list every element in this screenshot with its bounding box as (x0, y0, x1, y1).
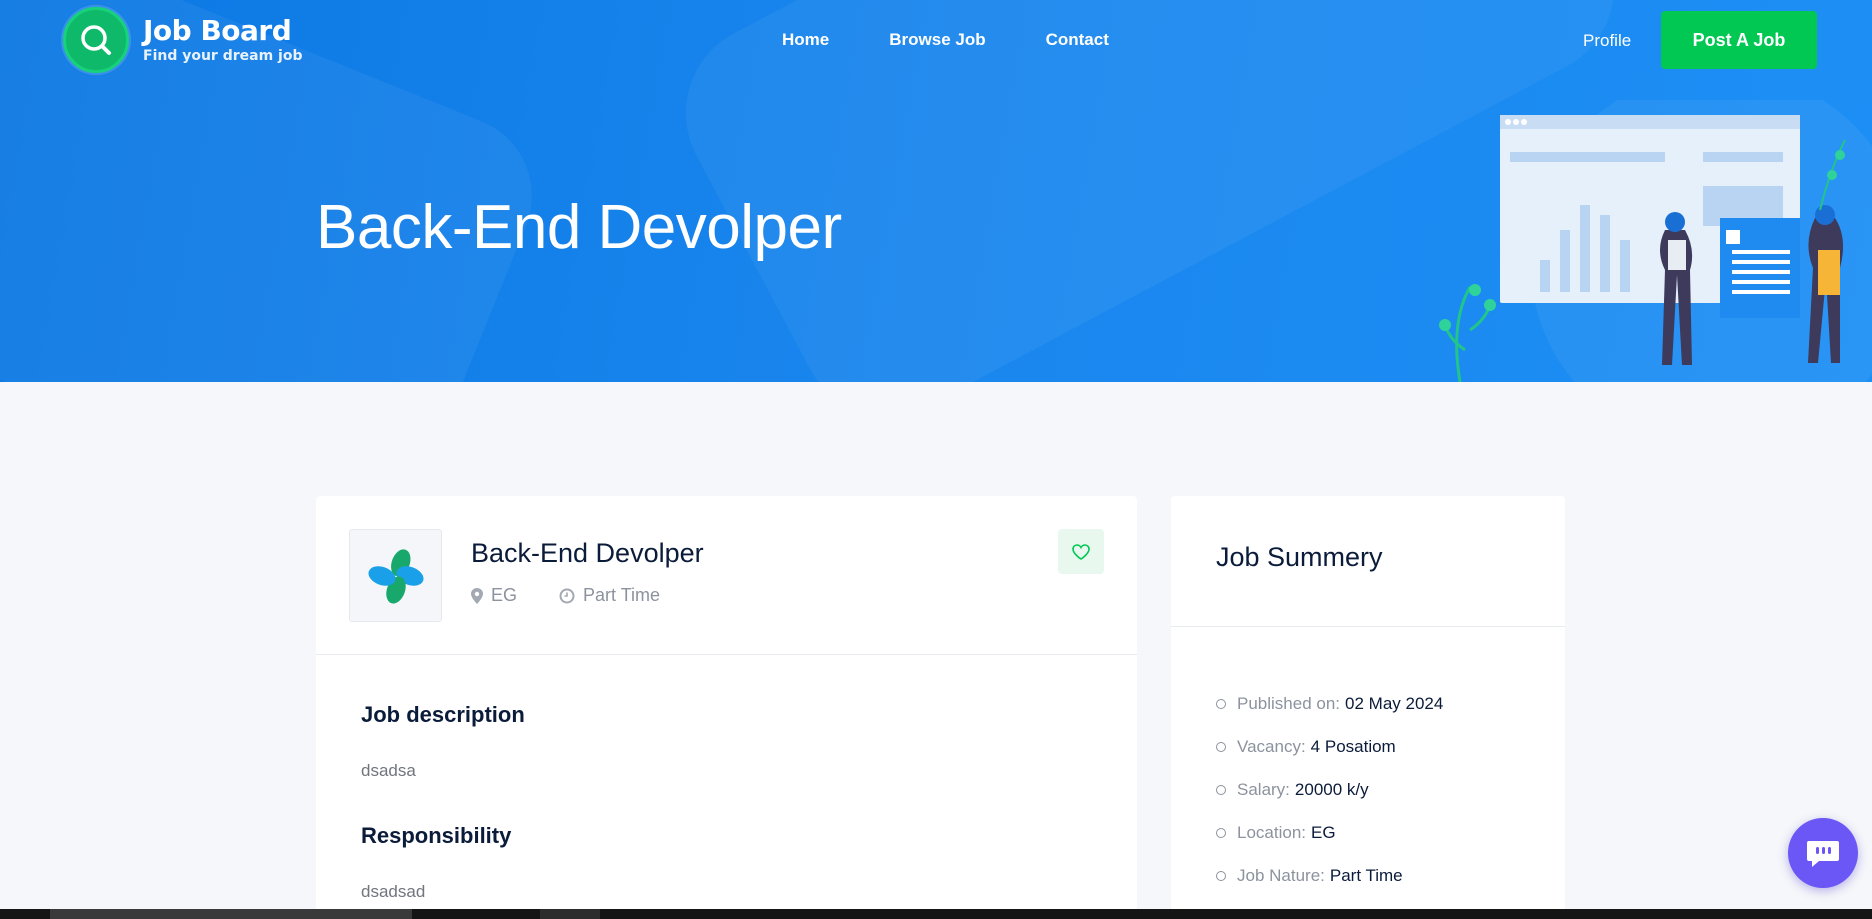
clock-icon (559, 588, 575, 603)
bullet-icon (1216, 698, 1226, 709)
job-location-text: EG (491, 585, 518, 605)
job-meta: EG Part Time (471, 585, 660, 606)
logo-title: Job Board (143, 14, 292, 47)
taskbar-item[interactable] (50, 909, 412, 919)
nav-contact[interactable]: Contact (1046, 30, 1109, 50)
map-pin-icon (471, 587, 483, 604)
favorite-button[interactable] (1058, 529, 1104, 574)
job-type-text: Part Time (583, 585, 661, 605)
job-type: Part Time (559, 585, 660, 606)
responsibility-heading: Responsibility (361, 823, 512, 848)
logo[interactable]: Job Board Find your dream job (63, 7, 302, 73)
summary-vacancy: Vacancy: 4 Posatiom (1216, 725, 1443, 768)
nav-browse-job[interactable]: Browse Job (889, 30, 985, 50)
post-job-button[interactable]: Post A Job (1661, 11, 1817, 69)
heart-icon (1072, 543, 1090, 560)
page-title: Back-End Devolper (316, 193, 842, 262)
job-summary-list: Published on: 02 May 2024 Vacancy: 4 Posat… (1216, 682, 1443, 897)
page: Job Board Find your dream job Home Brows… (0, 0, 1872, 919)
hero-header: Job Board Find your dream job Home Brows… (0, 0, 1872, 382)
summary-published: Published on: 02 May 2024 (1216, 682, 1443, 725)
chat-button[interactable] (1788, 818, 1858, 888)
bullet-icon (1216, 741, 1226, 752)
bullet-icon (1216, 827, 1226, 838)
chat-icon (1807, 841, 1839, 867)
job-title: Back-End Devolper (471, 538, 704, 568)
job-summary-title: Job Summery (1216, 542, 1383, 572)
main-nav: Home Browse Job Contact (782, 30, 1109, 50)
responsibility-text: dsadsad (361, 882, 426, 901)
job-details-card: Back-End Devolper EG Part Time Job descr… (316, 496, 1137, 919)
company-logo (349, 529, 442, 622)
job-summary-card: Job Summery Published on: 02 May 2024 Vac… (1171, 496, 1565, 919)
bullet-icon (1216, 870, 1226, 881)
profile-link[interactable]: Profile (1583, 31, 1631, 51)
bullet-icon (1216, 784, 1226, 795)
logo-subtitle: Find your dream job (143, 48, 303, 64)
job-summary-header: Job Summery (1171, 496, 1565, 627)
summary-salary: Salary: 20000 k/y (1216, 768, 1443, 811)
summary-location: Location: EG (1216, 811, 1443, 854)
search-icon (63, 7, 129, 73)
job-location: EG (471, 585, 517, 606)
os-taskbar (0, 909, 1872, 919)
hero-illustration (1439, 100, 1872, 382)
nav-home[interactable]: Home (782, 30, 829, 50)
job-description-heading: Job description (361, 702, 525, 727)
taskbar-item[interactable] (540, 909, 600, 919)
summary-job-nature: Job Nature: Part Time (1216, 854, 1443, 897)
job-description-text: dsadsa (361, 761, 416, 780)
job-header: Back-End Devolper EG Part Time (316, 496, 1137, 655)
